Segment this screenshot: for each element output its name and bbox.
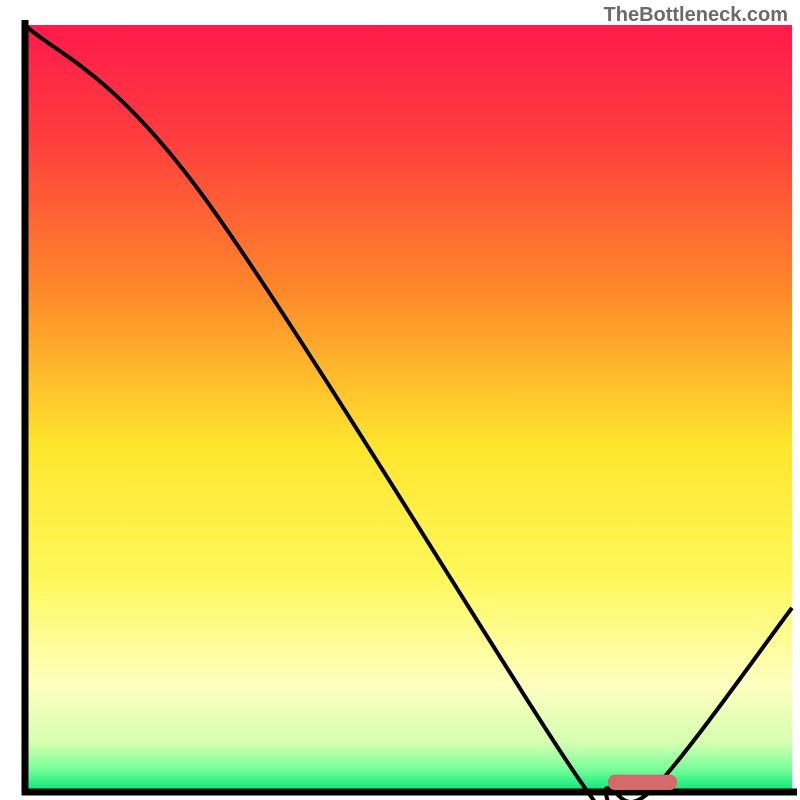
chart-svg	[0, 0, 800, 800]
plot-background	[25, 25, 792, 792]
chart-container: TheBottleneck.com	[0, 0, 800, 800]
optimal-marker	[608, 775, 677, 790]
watermark-text: TheBottleneck.com	[604, 4, 788, 27]
